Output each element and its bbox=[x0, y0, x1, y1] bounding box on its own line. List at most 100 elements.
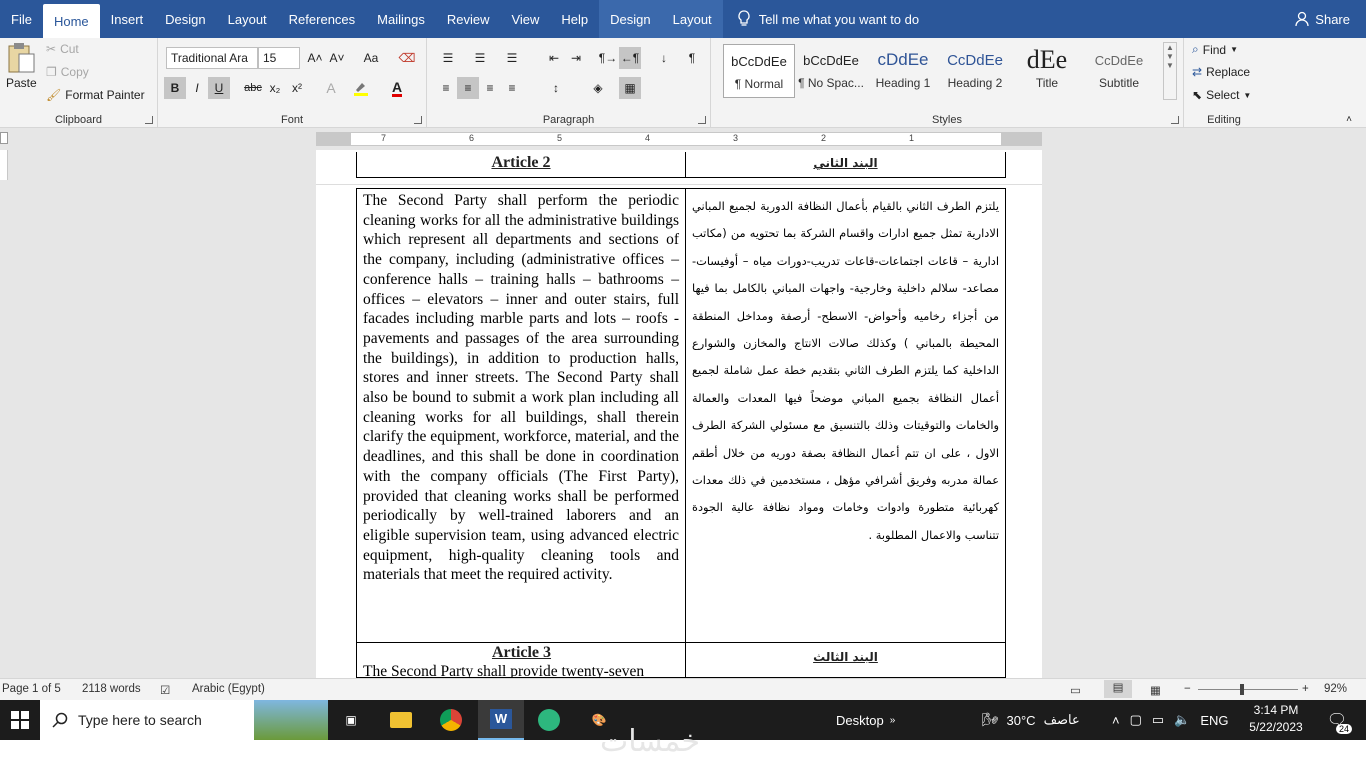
styles-launcher-icon[interactable] bbox=[1171, 116, 1179, 124]
word-count[interactable]: 2118 words bbox=[82, 683, 141, 695]
print-layout-icon[interactable]: ▤ bbox=[1104, 680, 1132, 698]
page[interactable]: Article 2 البند الثاني The Second Party … bbox=[316, 150, 1042, 678]
web-layout-icon[interactable]: ▦ bbox=[1150, 683, 1161, 697]
vertical-ruler[interactable] bbox=[0, 150, 8, 180]
font-size-box[interactable]: 15 bbox=[258, 47, 300, 69]
tab-layout[interactable]: Layout bbox=[217, 0, 278, 38]
superscript-button[interactable]: x² bbox=[286, 77, 308, 99]
tab-insert[interactable]: Insert bbox=[100, 0, 155, 38]
copy-button[interactable]: ❐ Copy bbox=[46, 65, 89, 79]
styles-scroll[interactable]: ▲ ▼ ▼ bbox=[1163, 42, 1177, 100]
cut-button[interactable]: ✂ Cut bbox=[46, 42, 79, 56]
find-button[interactable]: ⌕ Find ▼ bbox=[1192, 42, 1238, 57]
word-app-icon[interactable]: W bbox=[478, 700, 524, 740]
borders-icon[interactable]: ▦ bbox=[619, 77, 641, 99]
decrease-indent-icon[interactable]: ⇤ bbox=[543, 47, 565, 69]
style-heading-1[interactable]: cDdEe Heading 1 bbox=[867, 44, 939, 98]
zoom-in-icon[interactable]: + bbox=[1302, 683, 1309, 695]
rtl-direction-icon[interactable]: ←¶ bbox=[619, 47, 641, 69]
style-normal[interactable]: bCcDdEe ¶ Normal bbox=[723, 44, 795, 98]
collapse-ribbon-icon[interactable]: ˄ bbox=[1346, 114, 1352, 125]
subscript-button[interactable]: x₂ bbox=[264, 77, 286, 99]
task-view-icon[interactable]: ▣ bbox=[328, 700, 374, 740]
tab-review[interactable]: Review bbox=[436, 0, 501, 38]
highlight-icon[interactable] bbox=[350, 77, 372, 99]
underline-button[interactable]: U bbox=[208, 77, 230, 99]
language-status[interactable]: Arabic (Egypt) bbox=[192, 683, 265, 695]
read-mode-icon[interactable]: ▭ bbox=[1070, 683, 1081, 697]
line-spacing-icon[interactable]: ↕ bbox=[545, 77, 567, 99]
multilevel-list-icon[interactable]: ☰ bbox=[501, 47, 523, 69]
chevron-up-icon[interactable]: ˄ bbox=[1112, 713, 1120, 728]
tab-help[interactable]: Help bbox=[550, 0, 599, 38]
font-color-icon[interactable]: A bbox=[386, 77, 408, 99]
grow-font-icon[interactable]: A˄ bbox=[304, 47, 326, 69]
align-right-icon[interactable]: ≡ bbox=[479, 77, 501, 99]
article-2-en-cell[interactable]: Article 2 bbox=[357, 152, 686, 177]
bold-button[interactable]: B bbox=[164, 77, 186, 99]
tab-references[interactable]: References bbox=[278, 0, 366, 38]
align-left-icon[interactable]: ≡ bbox=[435, 77, 457, 99]
zoom-level[interactable]: 92% bbox=[1324, 683, 1347, 695]
tab-table-layout[interactable]: Layout bbox=[661, 0, 723, 38]
ltr-direction-icon[interactable]: ¶→ bbox=[597, 47, 619, 69]
tab-design[interactable]: Design bbox=[154, 0, 216, 38]
style-heading-2[interactable]: CcDdEe Heading 2 bbox=[939, 44, 1011, 98]
volume-icon[interactable]: 🔈 bbox=[1174, 712, 1190, 728]
clear-formatting-icon[interactable]: ⌫ bbox=[396, 47, 418, 69]
article-2-ar-cell[interactable]: البند الثاني bbox=[686, 152, 1005, 177]
language-indicator[interactable]: ENG bbox=[1200, 713, 1228, 728]
tab-selector-icon[interactable] bbox=[0, 132, 8, 144]
article-2-en-body-cell[interactable]: The Second Party shall perform the perio… bbox=[357, 189, 686, 677]
font-launcher-icon[interactable] bbox=[414, 116, 422, 124]
paragraph-launcher-icon[interactable] bbox=[698, 116, 706, 124]
article-3-ar-cell[interactable]: البند الثالث bbox=[686, 650, 1005, 664]
format-painter-button[interactable]: 🖌 Format Painter bbox=[46, 88, 145, 102]
strikethrough-button[interactable]: abc bbox=[242, 77, 264, 99]
windows-start-icon[interactable] bbox=[0, 700, 40, 740]
justify-icon[interactable]: ≡ bbox=[501, 77, 523, 99]
shading-icon[interactable]: ◈ bbox=[587, 77, 609, 99]
show-marks-icon[interactable]: ¶ bbox=[681, 47, 703, 69]
font-name-box[interactable]: Traditional Ara bbox=[166, 47, 258, 69]
zoom-slider-thumb[interactable] bbox=[1240, 684, 1244, 695]
tab-table-design[interactable]: Design bbox=[599, 0, 662, 38]
numbering-icon[interactable]: ☰ bbox=[469, 47, 491, 69]
horizontal-ruler[interactable]: 7 6 5 4 3 2 1 bbox=[316, 132, 1042, 146]
meet-icon[interactable]: ▢ bbox=[1130, 712, 1142, 728]
page-count[interactable]: Page 1 of 5 bbox=[2, 683, 61, 695]
chrome-icon[interactable] bbox=[428, 700, 474, 740]
tell-me-box[interactable]: Tell me what you want to do bbox=[737, 10, 919, 28]
share-button[interactable]: Share bbox=[1295, 0, 1350, 38]
tab-home[interactable]: Home bbox=[42, 4, 100, 38]
change-case-button[interactable]: Aa bbox=[356, 47, 386, 69]
align-center-icon[interactable]: ≡ bbox=[457, 77, 479, 99]
increase-indent-icon[interactable]: ⇥ bbox=[565, 47, 587, 69]
bullets-icon[interactable]: ☰ bbox=[437, 47, 459, 69]
notifications-icon[interactable]: 🗨 24 bbox=[1314, 700, 1360, 740]
zoom-out-icon[interactable]: − bbox=[1184, 683, 1191, 695]
taskbar-search[interactable]: Type here to search bbox=[40, 700, 328, 740]
desktop-toolbar[interactable]: Desktop» bbox=[836, 700, 895, 740]
search-app-icon[interactable] bbox=[526, 700, 572, 740]
clipboard-launcher-icon[interactable] bbox=[145, 116, 153, 124]
tab-mailings[interactable]: Mailings bbox=[366, 0, 436, 38]
style-no-spacing[interactable]: bCcDdEe ¶ No Spac... bbox=[795, 44, 867, 98]
style-title[interactable]: dEe Title bbox=[1011, 44, 1083, 98]
tab-file[interactable]: File bbox=[0, 0, 43, 38]
paste-button[interactable]: Paste bbox=[6, 42, 37, 90]
style-subtitle[interactable]: CcDdEe Subtitle bbox=[1083, 44, 1155, 98]
weather-widget[interactable]: 🌬 30°C عاصف bbox=[982, 700, 1080, 740]
article-3-en-cell[interactable]: Article 3 The Second Party shall provide… bbox=[357, 644, 686, 678]
italic-button[interactable]: I bbox=[186, 77, 208, 99]
article-2-ar-body-cell[interactable]: يلتزم الطرف الثاني بالقيام بأعمال النظاف… bbox=[686, 189, 1005, 677]
sort-icon[interactable]: ↓ bbox=[653, 47, 675, 69]
zoom-slider[interactable] bbox=[1198, 689, 1298, 690]
proofing-icon[interactable]: ☑ bbox=[160, 683, 170, 697]
select-button[interactable]: ⬉ Select ▼ bbox=[1192, 88, 1251, 102]
network-icon[interactable]: ▭ bbox=[1152, 712, 1164, 728]
replace-button[interactable]: ⇄ Replace bbox=[1192, 65, 1250, 79]
file-explorer-icon[interactable] bbox=[378, 700, 424, 740]
clock[interactable]: 3:14 PM 5/22/2023 bbox=[1244, 702, 1308, 736]
shrink-font-icon[interactable]: A˅ bbox=[326, 47, 348, 69]
